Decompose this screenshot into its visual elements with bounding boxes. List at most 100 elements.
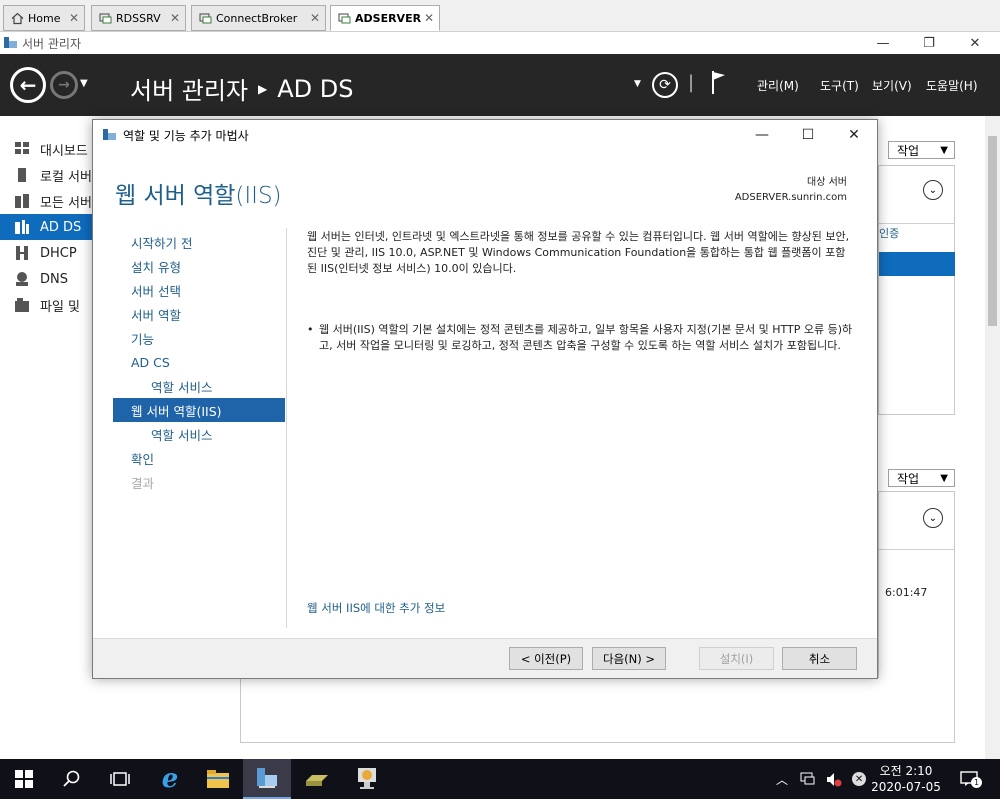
network-icon[interactable] [800,772,816,787]
forward-button[interactable]: → [50,71,78,99]
taskbar-clock[interactable]: 오전 2:10 2020-07-05 [862,763,950,795]
menu-help[interactable]: 도움말(H) [926,77,978,94]
arrow-right-icon: → [58,77,70,93]
tasks-label: 작업 [897,143,920,158]
server-manager-taskbar-button[interactable] [243,759,291,799]
nav-item-file-services[interactable]: 파일 및 [0,292,95,318]
refresh-dropdown-icon[interactable]: ▼ [634,79,641,89]
expand-chevron-icon[interactable]: ⌄ [923,180,943,200]
remote-desktop-icon [98,11,112,25]
close-icon[interactable]: ✕ [310,11,320,25]
scrollbar-thumb[interactable] [988,136,997,326]
close-button[interactable]: ✕ [952,32,998,54]
step-features[interactable]: 기능 [113,326,285,350]
session-tab-strip: Home ✕ RDSSRV ✕ ConnectBroker ✕ ADSERVER… [0,0,1000,32]
minimize-button[interactable]: — [860,32,906,54]
step-confirmation[interactable]: 확인 [113,446,285,470]
tab-adserver[interactable]: ADSERVER ✕ [330,5,440,31]
close-icon[interactable]: ✕ [424,11,434,25]
breadcrumb-root[interactable]: 서버 관리자 [130,71,248,106]
selected-row[interactable] [879,252,955,276]
target-server-info: 대상 서버 ADSERVER.sunrin.com [735,175,847,205]
server-manager-nav: 대시보드 로컬 서버 모든 서버 AD DS DHCP DNS 파일 및 [0,136,95,318]
windows-logo-icon [15,770,33,788]
remote-desktop-taskbar-button[interactable] [293,759,341,799]
tab-home[interactable]: Home ✕ [3,5,85,31]
tasks-dropdown-2[interactable]: 작업 ▼ [888,469,955,487]
header-divider: | [688,72,695,93]
nav-item-local-server[interactable]: 로컬 서버 [0,162,95,188]
network-user-taskbar-button[interactable] [343,759,391,799]
task-view-icon [110,772,130,786]
step-iis-role-services[interactable]: 역할 서비스 [113,422,285,446]
back-button[interactable]: ← [10,67,46,103]
nav-item-dashboard[interactable]: 대시보드 [0,136,95,162]
folder-icon [207,770,229,788]
remote-desktop-icon [198,11,212,25]
step-before-you-begin[interactable]: 시작하기 전 [113,230,285,254]
target-server-name: ADSERVER.sunrin.com [734,192,847,203]
nav-item-label: 파일 및 [40,299,81,315]
expand-chevron-icon[interactable]: ⌄ [923,508,943,528]
notifications-flag-icon[interactable] [710,69,728,98]
tasks-label: 작업 [897,471,920,486]
show-hidden-icons-icon[interactable]: ︿ [776,771,788,788]
menu-view[interactable]: 보기(V) [872,77,912,94]
all-servers-icon [14,193,32,209]
wizard-maximize-button[interactable]: ☐ [785,120,831,150]
close-icon[interactable]: ✕ [69,11,79,25]
taskbar: e ︿ ✕ 오전 2:10 2020-07-05 1 [0,759,1000,799]
iis-more-info-link[interactable]: 웹 서버 IIS에 대한 추가 정보 [307,600,445,616]
next-button[interactable]: 다음(N) > [592,647,666,670]
search-icon [63,770,80,787]
step-installation-type[interactable]: 설치 유형 [113,254,285,278]
tab-label: RDSSRV [116,11,161,25]
step-ad-cs[interactable]: AD CS [113,350,285,374]
tasks-dropdown-1[interactable]: 작업 ▼ [888,141,955,159]
remote-desktop-icon [337,11,351,25]
restore-button[interactable]: ❐ [906,32,952,54]
wizard-minimize-button[interactable]: — [739,120,785,150]
tab-label: Home [28,11,61,25]
nav-item-dns[interactable]: DNS [0,266,95,292]
volume-muted-icon[interactable] [826,772,842,787]
home-icon [10,11,24,25]
step-server-roles[interactable]: 서버 역할 [113,302,285,326]
tab-rdssrv[interactable]: RDSSRV ✕ [91,5,186,31]
menu-tools[interactable]: 도구(T) [820,77,859,94]
refresh-icon[interactable]: ⟳ [652,72,678,98]
step-web-server-role[interactable]: 웹 서버 역할(IIS) [113,398,285,422]
action-center-button[interactable]: 1 [956,759,982,799]
nav-item-all-servers[interactable]: 모든 서버 [0,188,95,214]
wizard-close-button[interactable]: ✕ [831,120,877,150]
wizard-divider [286,228,287,628]
breadcrumb-separator-icon: ▶ [258,81,268,96]
close-icon[interactable]: ✕ [170,11,180,25]
cancel-button[interactable]: 취소 [782,647,857,670]
system-tray: ︿ ✕ [776,759,867,799]
notification-icon: 1 [960,771,982,788]
step-ad-cs-role-services[interactable]: 역할 서비스 [113,374,285,398]
nav-item-dhcp[interactable]: DHCP [0,240,95,266]
step-server-selection[interactable]: 서버 선택 [113,278,285,302]
tab-connectbroker[interactable]: ConnectBroker ✕ [191,5,326,31]
file-explorer-button[interactable] [194,759,242,799]
wizard-footer: < 이전(P) 다음(N) > 설치(I) 취소 [93,638,877,678]
server-manager-icon [257,768,277,788]
internet-explorer-button[interactable]: e [146,759,194,799]
search-button[interactable] [48,759,96,799]
menu-manage[interactable]: 관리(M) [757,77,799,94]
event-time-fragment: 6:01:47 [885,586,928,599]
nav-item-ad-ds[interactable]: AD DS [0,214,95,240]
nav-item-label: 로컬 서버 [40,169,92,185]
main-scrollbar[interactable] [985,116,1000,760]
step-results: 결과 [131,475,155,491]
wizard-bullet-text: 웹 서버(IIS) 역할의 기본 설치에는 정적 콘텐츠를 제공하고, 일부 항… [319,323,853,352]
nav-item-label: 대시보드 [40,143,88,159]
wizard-bullet: • 웹 서버(IIS) 역할의 기본 설치에는 정적 콘텐츠를 제공하고, 일부… [307,322,855,354]
history-dropdown-icon[interactable]: ▼ [80,78,88,89]
background-panel-2: ⌄ 6:01:47 [878,491,955,681]
start-button[interactable] [0,759,48,799]
task-view-button[interactable] [96,759,144,799]
previous-button[interactable]: < 이전(P) [509,647,583,670]
